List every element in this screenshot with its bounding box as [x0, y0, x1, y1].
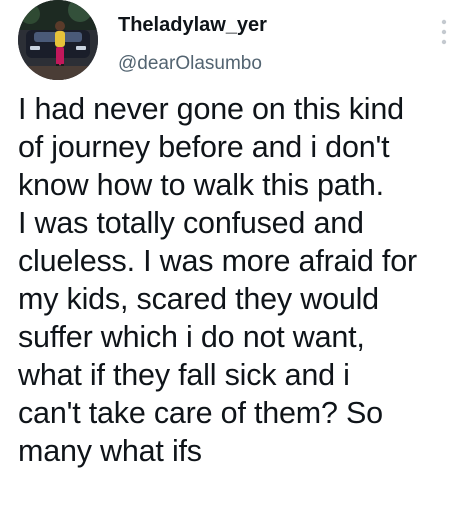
- avatar-photo: [18, 0, 98, 80]
- more-options-icon[interactable]: [434, 14, 454, 54]
- avatar[interactable]: [18, 0, 98, 80]
- display-name[interactable]: Theladylaw_yer: [118, 14, 267, 37]
- tweet-text: I had never gone on this kind of journey…: [18, 92, 417, 468]
- tweet-card: Theladylaw_yer @dearOlasumbo I had never…: [0, 0, 474, 507]
- user-handle[interactable]: @dearOlasumbo: [118, 53, 262, 75]
